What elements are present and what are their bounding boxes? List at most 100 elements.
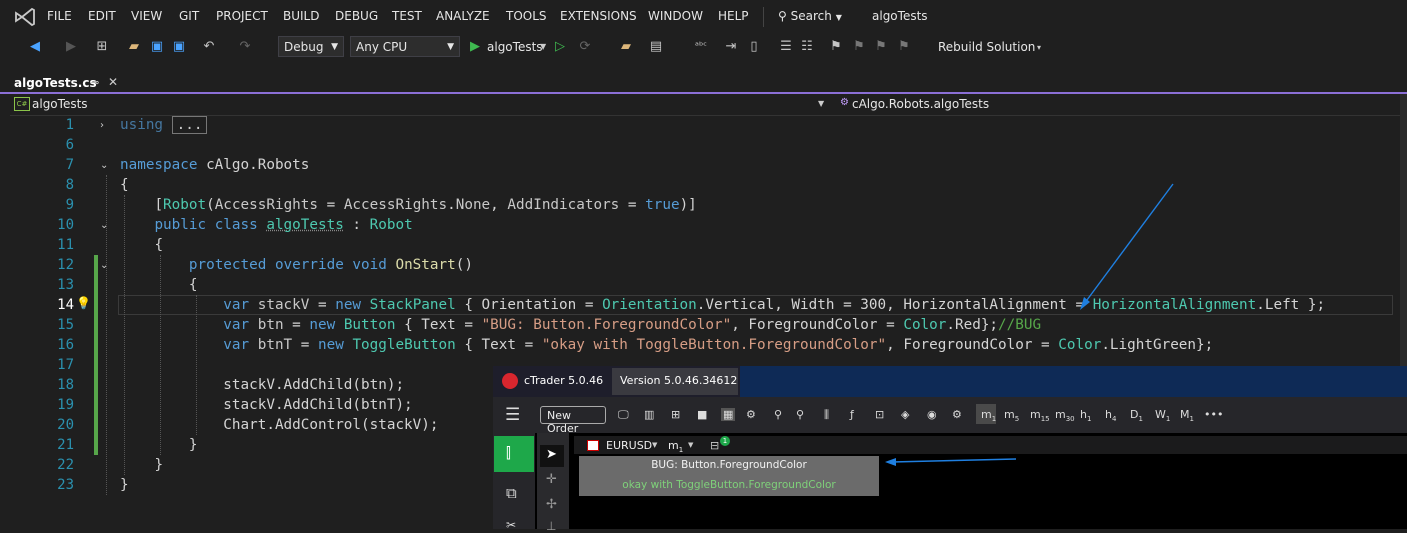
code-line-10[interactable]: public class algoTests : Robot: [120, 217, 412, 233]
menu-tools[interactable]: TOOLS: [506, 9, 547, 23]
chevron-down-icon[interactable]: ▼: [818, 99, 824, 108]
screen-icon[interactable]: 🖵: [618, 408, 629, 422]
menu-help[interactable]: HELP: [718, 9, 749, 23]
search-box[interactable]: ⚲ Search ▼: [778, 9, 842, 23]
properties-icon[interactable]: ⚙: [952, 408, 962, 421]
step-icon[interactable]: ⇥: [723, 39, 739, 55]
menu-analyze[interactable]: ANALYZE: [436, 9, 490, 23]
clear-bookmarks-icon[interactable]: ⚑: [896, 39, 912, 55]
lightbulb-icon[interactable]: 💡: [76, 296, 91, 310]
zoom-in-icon[interactable]: ⚲: [796, 408, 804, 421]
uncomment-icon[interactable]: ☷: [799, 39, 815, 55]
menu-edit[interactable]: EDIT: [88, 9, 116, 23]
chevron-down-icon[interactable]: ▼: [688, 441, 693, 449]
menu-project[interactable]: PROJECT: [216, 9, 268, 23]
configuration-select[interactable]: Debug ▼: [278, 36, 344, 57]
previous-bookmark-icon[interactable]: ⚑: [851, 39, 867, 55]
chart-settings-icon[interactable]: ⚙: [746, 408, 756, 421]
timeframe-h1[interactable]: h1: [1080, 408, 1091, 423]
single-chart-icon[interactable]: ■: [697, 408, 707, 421]
code-line-12[interactable]: protected override void OnStart(): [120, 257, 473, 273]
line-tool-icon[interactable]: ⊥: [546, 519, 556, 533]
spell-check-icon[interactable]: ᵃᵇᶜ: [693, 39, 709, 55]
timeframe-m30[interactable]: m30: [1055, 408, 1075, 423]
timeframe-m15[interactable]: m15: [1030, 408, 1050, 423]
collapse-chevron-icon[interactable]: ⌄: [100, 220, 108, 231]
code-line-15[interactable]: var btn = new Button { Text = "BUG: Butt…: [120, 317, 1041, 333]
zoom-out-icon[interactable]: ⚲: [774, 408, 782, 421]
chevron-down-icon[interactable]: ▼: [540, 42, 546, 51]
menu-window[interactable]: WINDOW: [648, 9, 703, 23]
timeframe-m5[interactable]: m5: [1004, 408, 1019, 423]
code-line-20[interactable]: Chart.AddControl(stackV);: [120, 417, 438, 433]
collapse-chevron-icon[interactable]: ⌄: [100, 260, 108, 271]
symbol-selector[interactable]: EURUSD: [606, 439, 652, 452]
copy-icon[interactable]: ⧉: [506, 484, 517, 502]
collapsed-region[interactable]: ...: [171, 116, 208, 134]
start-without-debugging-icon[interactable]: ▷: [552, 39, 568, 55]
menu-debug[interactable]: DEBUG: [335, 9, 378, 23]
nav-type-dropdown[interactable]: cAlgo.Robots.algoTests: [852, 97, 989, 111]
menu-file[interactable]: FILE: [47, 9, 72, 23]
expand-chevron-icon[interactable]: ›: [100, 120, 104, 131]
indicators-icon[interactable]: ƒ: [850, 408, 854, 421]
platform-select[interactable]: Any CPU ▼: [350, 36, 460, 57]
pin-icon[interactable]: ⊸: [90, 76, 99, 89]
trade-mode-button[interactable]: [494, 436, 534, 472]
timeframe-selector[interactable]: m1: [668, 439, 683, 454]
grid-icon[interactable]: ⊞: [671, 408, 680, 421]
new-project-icon[interactable]: ⊞: [94, 39, 110, 55]
timeframe-h4[interactable]: h4: [1105, 408, 1116, 423]
start-debugging-icon[interactable]: ▶: [467, 39, 483, 55]
robot-folder-icon[interactable]: ⊟: [710, 439, 719, 452]
code-line-23[interactable]: }: [120, 477, 129, 493]
toggle-button[interactable]: okay with ToggleButton.ForegroundColor: [579, 476, 879, 496]
multi-chart-icon[interactable]: ▦: [721, 408, 736, 421]
new-order-button[interactable]: New Order: [540, 406, 606, 435]
nav-project-dropdown[interactable]: algoTests: [32, 97, 88, 111]
menu-test[interactable]: TEST: [392, 9, 422, 23]
rebuild-solution-button[interactable]: Rebuild Solution: [938, 40, 1035, 54]
chevron-down-icon[interactable]: ▼: [652, 441, 657, 449]
bug-button[interactable]: BUG: Button.ForegroundColor: [579, 456, 879, 476]
code-line-16[interactable]: var btnT = new ToggleButton { Text = "ok…: [120, 337, 1213, 353]
code-line-8[interactable]: {: [120, 177, 129, 193]
save-icon[interactable]: ▣: [149, 39, 165, 55]
code-line-1[interactable]: using ...: [120, 116, 208, 134]
open-folder-icon[interactable]: ▰: [126, 39, 142, 55]
menu-build[interactable]: BUILD: [283, 9, 319, 23]
menu-view[interactable]: VIEW: [131, 9, 162, 23]
candles-icon[interactable]: ⫼: [824, 408, 829, 422]
menu-git[interactable]: GIT: [179, 9, 199, 23]
layers-icon[interactable]: ◈: [901, 408, 909, 421]
bookmark-icon[interactable]: ⚑: [828, 39, 844, 55]
forward-icon[interactable]: ▶: [63, 39, 79, 55]
code-line-11[interactable]: {: [120, 237, 163, 253]
layout-icon[interactable]: ▤: [648, 39, 664, 55]
toolbar-overflow-icon[interactable]: ▾: [1037, 43, 1041, 52]
crosshair-icon[interactable]: ✛: [546, 472, 557, 487]
more-icon[interactable]: •••: [1204, 408, 1223, 421]
solution-explorer-icon[interactable]: ▰: [618, 39, 634, 55]
menu-extensions[interactable]: EXTENSIONS: [560, 9, 637, 23]
hamburger-menu-icon[interactable]: ☰: [505, 405, 520, 425]
code-line-21[interactable]: }: [120, 437, 198, 453]
bookmark-list-icon[interactable]: ▯: [746, 39, 762, 55]
undo-icon[interactable]: ↶: [201, 39, 217, 55]
tools-icon[interactable]: ✂: [506, 518, 516, 532]
hot-reload-icon[interactable]: ⟳: [577, 39, 593, 55]
code-line-18[interactable]: stackV.AddChild(btn);: [120, 377, 404, 393]
code-line-22[interactable]: }: [120, 457, 163, 473]
run-target-label[interactable]: algoTests: [487, 40, 543, 54]
comment-icon[interactable]: ☰: [778, 39, 794, 55]
save-all-icon[interactable]: ▣: [171, 39, 187, 55]
timeframe-mn1[interactable]: M1: [1180, 408, 1194, 423]
code-line-19[interactable]: stackV.AddChild(btnT);: [120, 397, 412, 413]
next-bookmark-icon[interactable]: ⚑: [873, 39, 889, 55]
panel-icon[interactable]: ▥: [644, 408, 654, 421]
crosshair-measure-icon[interactable]: ✢: [546, 497, 557, 512]
back-icon[interactable]: ◀: [27, 39, 43, 55]
redo-icon[interactable]: ↷: [237, 39, 253, 55]
timeframe-m1[interactable]: m1: [981, 408, 996, 423]
eye-icon[interactable]: ◉: [927, 408, 937, 421]
